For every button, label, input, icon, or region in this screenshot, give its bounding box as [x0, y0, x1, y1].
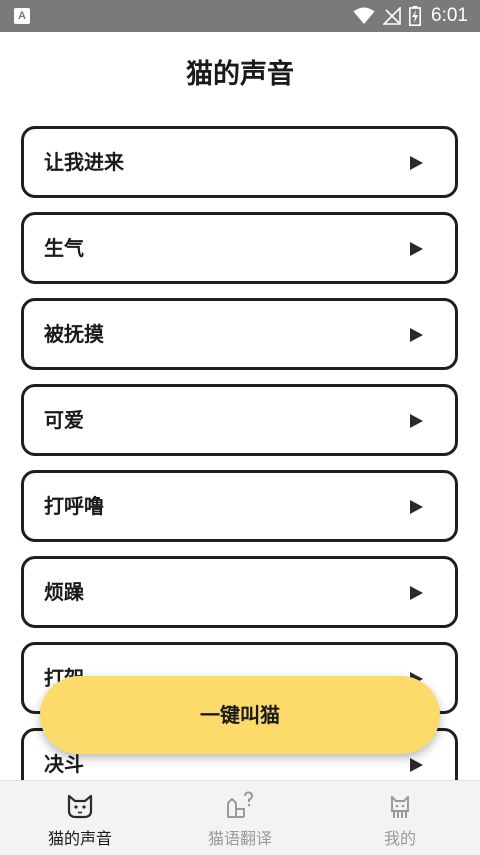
- tab-cat-translate[interactable]: 猫语翻译: [160, 781, 320, 855]
- sound-item-let-me-in[interactable]: 让我进来: [21, 126, 458, 198]
- play-icon[interactable]: [410, 414, 423, 428]
- tab-label: 猫语翻译: [207, 829, 272, 848]
- play-icon[interactable]: [410, 156, 423, 170]
- play-icon[interactable]: [410, 758, 423, 772]
- cat-profile-icon: [391, 796, 409, 818]
- sound-item-purr[interactable]: 打呼噜: [21, 470, 458, 542]
- status-icons: 6:01: [353, 0, 468, 32]
- sound-item-label: 打呼噜: [44, 494, 104, 518]
- clock-time: 6:01: [431, 5, 468, 26]
- sound-item-angry[interactable]: 生气: [21, 212, 458, 284]
- tab-mine[interactable]: 我的: [320, 781, 480, 855]
- sound-item-label: 让我进来: [44, 150, 124, 174]
- page-title: 猫的声音: [186, 59, 294, 90]
- call-cat-button[interactable]: 一键叫猫: [40, 676, 440, 754]
- battery-charging-icon: [409, 6, 422, 26]
- wifi-icon: [353, 7, 375, 24]
- tab-label: 猫的声音: [47, 829, 112, 848]
- play-icon[interactable]: [410, 500, 423, 514]
- cat-face-icon: [67, 794, 93, 819]
- status-bar: A 6:01: [0, 0, 480, 32]
- sound-item-label: 被抚摸: [44, 322, 104, 346]
- sound-item-label: 生气: [44, 236, 84, 260]
- cat-question-icon: [227, 791, 254, 818]
- sound-item-petted[interactable]: 被抚摸: [21, 298, 458, 370]
- sound-item-label: 可爱: [44, 408, 84, 432]
- tab-label: 我的: [383, 829, 416, 848]
- play-icon[interactable]: [410, 586, 423, 600]
- sound-item-label: 烦躁: [44, 580, 84, 604]
- bottom-nav: 猫的声音 猫语翻译 我的: [0, 780, 480, 855]
- sound-item-cute[interactable]: 可爱: [21, 384, 458, 456]
- sound-item-irritated[interactable]: 烦躁: [21, 556, 458, 628]
- play-icon[interactable]: [410, 328, 423, 342]
- play-icon[interactable]: [410, 242, 423, 256]
- app-badge-icon: A: [14, 8, 30, 24]
- no-signal-icon: [383, 7, 401, 25]
- app-screen: A 6:01 猫的声音 让我进来 生气 被抚摸 可爱 打呼噜 烦躁 决斗 一键叫…: [0, 0, 480, 855]
- tab-cat-sounds[interactable]: 猫的声音: [0, 781, 160, 855]
